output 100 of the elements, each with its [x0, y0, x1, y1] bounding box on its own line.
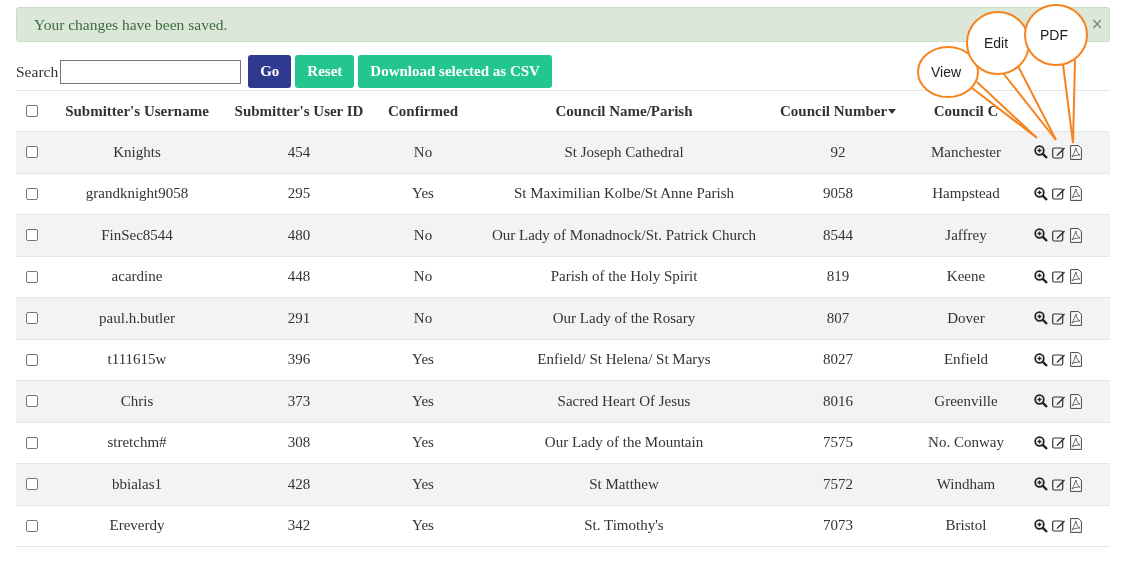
edit-icon[interactable] — [1052, 187, 1066, 201]
table-cell-text: No — [412, 226, 434, 244]
table-cell-text: grandknight9058 — [84, 185, 190, 203]
table-cell-text: 819 — [825, 268, 851, 286]
pdf-icon[interactable] — [1070, 186, 1082, 202]
table-cell-text: Windham — [935, 475, 997, 493]
table-cell-text: Our Lady of Monadnock/St. Patrick Church — [490, 226, 758, 244]
table-cell-text: 7572 — [822, 475, 854, 493]
edit-icon[interactable] — [1052, 311, 1066, 325]
zoom-in-icon[interactable] — [1034, 352, 1048, 367]
zoom-in-icon[interactable] — [1034, 518, 1048, 533]
table-cell-text: Yes — [411, 185, 435, 203]
table-cell-text: Yes — [411, 517, 435, 535]
table-cell-text: Hampstead — [931, 185, 1001, 203]
row-checkbox[interactable] — [26, 395, 38, 408]
table-cell-text: acardine — [110, 268, 164, 286]
row-checkbox[interactable] — [26, 353, 38, 366]
column-header[interactable]: Submitter's User ID — [234, 102, 364, 120]
callout-label: Edit — [983, 35, 1009, 51]
edit-icon[interactable] — [1052, 519, 1066, 533]
zoom-in-icon[interactable] — [1034, 186, 1048, 201]
table-cell-text: Yes — [411, 392, 435, 410]
row-checkbox[interactable] — [26, 436, 38, 449]
table-cell-text: Greenville — [933, 392, 999, 410]
row-checkbox[interactable] — [26, 187, 38, 200]
table-cell-text: Sacred Heart Of Jesus — [556, 392, 692, 410]
table-cell-text: Dover — [946, 309, 986, 327]
edit-icon[interactable] — [1052, 270, 1066, 284]
edit-icon[interactable] — [1052, 145, 1066, 159]
table-cell-text: 9058 — [822, 185, 854, 203]
table-cell-text: bbialas1 — [111, 475, 163, 493]
edit-icon[interactable] — [1052, 394, 1066, 408]
column-header[interactable]: Council Number — [779, 102, 888, 120]
edit-icon[interactable] — [1052, 353, 1066, 367]
table-cell-text: t111615w — [106, 351, 168, 369]
table-cell-text: FinSec8544 — [100, 226, 174, 244]
edit-icon[interactable] — [1052, 228, 1066, 242]
zoom-in-icon[interactable] — [1034, 477, 1048, 492]
go-button[interactable]: Go — [248, 55, 292, 88]
table-cell-text: 7073 — [822, 517, 854, 535]
row-checkbox[interactable] — [26, 270, 38, 283]
table-cell-text: Yes — [411, 351, 435, 369]
zoom-in-icon[interactable] — [1034, 269, 1048, 284]
table-cell-text: No — [412, 309, 434, 327]
row-checkbox[interactable] — [26, 478, 38, 491]
table-cell-text: Keene — [945, 268, 987, 286]
alert-message: Your changes have been saved. — [34, 15, 228, 34]
table-cell-text: Bristol — [944, 517, 988, 535]
table-cell-text: 396 — [286, 351, 312, 369]
pdf-icon[interactable] — [1070, 435, 1082, 451]
zoom-in-icon[interactable] — [1034, 435, 1048, 450]
edit-icon[interactable] — [1052, 436, 1066, 450]
table-cell-text: 92 — [829, 143, 847, 161]
table-cell-text: St Maximilian Kolbe/St Anne Parish — [513, 185, 735, 203]
row-checkbox[interactable] — [26, 146, 38, 159]
table-cell-text: 8544 — [822, 226, 854, 244]
row-checkbox[interactable] — [26, 312, 38, 325]
table-cell-text: 454 — [286, 143, 312, 161]
column-header[interactable]: Council Name/Parish — [555, 102, 693, 120]
table-cell-text: Ereverdy — [108, 517, 166, 535]
table-cell-text: St Matthew — [588, 475, 660, 493]
table-cell-text: 428 — [286, 475, 312, 493]
column-header[interactable]: Confirmed — [388, 102, 458, 120]
table-cell-text: 8027 — [822, 351, 854, 369]
row-checkbox[interactable] — [26, 229, 38, 242]
table-cell-text: Chris — [119, 392, 155, 410]
zoom-in-icon[interactable] — [1034, 228, 1048, 243]
table-cell-text: 807 — [825, 309, 851, 327]
table-cell-text: Our Lady of the Mountain — [543, 434, 705, 452]
search-field[interactable] — [60, 59, 242, 84]
select-all-checkbox[interactable] — [26, 105, 38, 117]
table-cell-text: 480 — [286, 226, 312, 244]
zoom-in-icon[interactable] — [1034, 145, 1048, 160]
edit-icon[interactable] — [1052, 477, 1066, 491]
pdf-icon[interactable] — [1070, 310, 1082, 326]
zoom-in-icon[interactable] — [1034, 311, 1048, 326]
column-header[interactable]: Submitter's Username — [65, 102, 209, 120]
table-cell-text: Enfield — [942, 351, 990, 369]
sort-caret-icon[interactable] — [888, 108, 897, 114]
table-cell-text: Manchester — [930, 143, 1002, 161]
table-cell-text: Our Lady of the Rosary — [551, 309, 697, 327]
pdf-icon[interactable] — [1070, 352, 1082, 368]
table-cell-text: 8016 — [822, 392, 854, 410]
table-cell-text: 7575 — [822, 434, 854, 452]
table-cell-text: 291 — [286, 309, 312, 327]
table-cell-text: 448 — [286, 268, 312, 286]
callout-label: PDF — [1040, 27, 1068, 43]
pdf-icon[interactable] — [1070, 269, 1082, 285]
table-cell-text: 295 — [286, 185, 312, 203]
table-cell-text: 342 — [286, 517, 312, 535]
pdf-icon[interactable] — [1070, 393, 1082, 409]
pdf-icon[interactable] — [1070, 144, 1082, 160]
pdf-icon[interactable] — [1070, 476, 1082, 492]
pdf-icon[interactable] — [1070, 518, 1082, 534]
table-cell-text: Yes — [411, 475, 435, 493]
table-cell-text: St Joseph Cathedral — [563, 143, 685, 161]
zoom-in-icon[interactable] — [1034, 394, 1048, 409]
row-checkbox[interactable] — [26, 519, 38, 532]
pdf-icon[interactable] — [1070, 227, 1082, 243]
table-cell-text: Yes — [411, 434, 435, 452]
